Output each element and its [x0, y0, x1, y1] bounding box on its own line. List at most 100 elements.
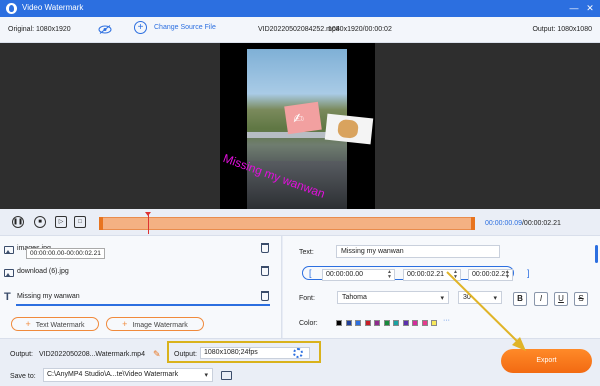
start-time: 00:00:00.00	[326, 271, 363, 278]
watermark-name: Missing my wanwan	[17, 293, 80, 300]
more-colors-button[interactable]: ···	[443, 317, 450, 324]
color-swatch[interactable]	[412, 320, 418, 326]
end-time-input[interactable]: 00:00:02.21 ▲ ▼	[403, 269, 461, 281]
play-bracket-icon: ▷	[58, 219, 64, 225]
output-label: Output:	[10, 351, 33, 358]
strikethrough-button[interactable]: S	[574, 292, 588, 306]
color-swatch[interactable]	[431, 320, 437, 326]
duration: 00:00:02.21	[472, 271, 509, 278]
scrollbar[interactable]	[595, 245, 598, 263]
spinner-icon[interactable]: ▲ ▼	[505, 270, 511, 280]
trim-start-handle[interactable]	[99, 217, 103, 230]
add-text-label: Text Watermark	[35, 322, 85, 329]
plus-circle-icon: +	[134, 21, 147, 34]
time-display: 00:00:00.09/00:00:02.21	[485, 220, 561, 227]
original-resolution: Original: 1080x1920	[8, 26, 71, 33]
watermark-name: download (6).jpg	[17, 268, 69, 275]
color-swatch[interactable]	[393, 320, 399, 326]
folder-icon[interactable]	[221, 371, 232, 380]
pause-button[interactable]: ❚❚	[12, 216, 24, 228]
stop-button[interactable]: ■	[34, 216, 46, 228]
add-image-label: Image Watermark	[132, 322, 188, 329]
timeline-track[interactable]	[99, 217, 475, 230]
color-swatch[interactable]	[336, 320, 342, 326]
chevron-down-icon: ▾	[493, 295, 497, 302]
save-path-select[interactable]: C:\AnyMP4 Studio\A...te\Video Watermark ▾	[43, 368, 213, 382]
eye-slash-icon[interactable]	[98, 25, 112, 34]
loop-icon: □	[78, 219, 82, 225]
save-to-label: Save to:	[10, 373, 36, 380]
chevron-down-icon: ▾	[440, 295, 444, 302]
duration-input[interactable]: 00:00:02.21 ▲ ▼	[468, 269, 513, 281]
file-info: 1080x1920/00:00:02	[328, 26, 392, 33]
app-logo-icon	[6, 3, 17, 14]
color-label: Color:	[299, 320, 318, 327]
duration-range: [ 00:00:00.00 ▲ ▼ 00:00:02.21 ▲ ▼ 00:00:02.2…	[302, 266, 530, 281]
save-path: C:\AnyMP4 Studio\A...te\Video Watermark	[47, 371, 179, 378]
font-size-select[interactable]: 30 ▾	[458, 291, 502, 304]
list-item-text[interactable]: T Missing my wanwan	[0, 288, 282, 308]
start-time-input[interactable]: 00:00:00.00 ▲ ▼	[322, 269, 395, 281]
image-icon	[4, 269, 14, 277]
color-swatch[interactable]	[383, 320, 390, 326]
change-source-label: Change Source File	[154, 24, 216, 31]
end-time: 00:00:02.21	[407, 271, 444, 278]
font-select[interactable]: Tahoma ▾	[337, 291, 449, 304]
watermark-editor: Text: Missing my wanwan [ 00:00:00.00 ▲ ▼ …	[283, 236, 600, 338]
title-bar: Video Watermark — ✕	[0, 0, 600, 17]
bracket-end-icon: ]	[527, 268, 530, 278]
color-swatch[interactable]	[374, 320, 380, 326]
loop-button[interactable]: □	[74, 216, 86, 228]
stop-icon: ■	[38, 219, 42, 225]
image-watermark-sticker[interactable]: ✍	[284, 101, 322, 135]
color-swatch[interactable]	[364, 320, 371, 326]
minimize-button[interactable]: —	[567, 1, 581, 15]
color-swatch[interactable]	[355, 320, 361, 326]
text-icon: T	[4, 291, 11, 303]
image-watermark-photo[interactable]	[324, 113, 374, 145]
output-resolution: Output: 1080x1080	[532, 26, 592, 33]
color-swatch[interactable]	[421, 320, 428, 326]
font-size-value: 30	[463, 294, 471, 301]
color-swatch[interactable]	[345, 320, 352, 326]
pause-icon: ❚❚	[13, 219, 24, 225]
font-value: Tahoma	[342, 294, 367, 301]
selection-underline	[16, 304, 270, 306]
duration-tooltip: 00:00:00.00-00:00:02.21	[26, 248, 105, 259]
close-button[interactable]: ✕	[583, 1, 597, 15]
chevron-down-icon: ▾	[204, 372, 208, 379]
italic-button[interactable]: I	[534, 292, 548, 306]
watermark-text-input[interactable]: Missing my wanwan	[336, 245, 500, 258]
text-label: Text:	[299, 249, 314, 256]
underline-button[interactable]: U	[554, 292, 568, 306]
font-label: Font:	[299, 295, 315, 302]
add-image-watermark-button[interactable]: + Image Watermark	[106, 317, 204, 331]
play-segment-button[interactable]: ▷	[55, 216, 67, 228]
sticker-drawing-icon: ✍	[291, 109, 305, 127]
add-text-watermark-button[interactable]: + Text Watermark	[11, 317, 99, 331]
trash-icon[interactable]	[261, 291, 269, 301]
spinner-icon[interactable]: ▲ ▼	[453, 270, 459, 280]
export-button[interactable]: Export	[501, 349, 592, 373]
trash-icon[interactable]	[261, 243, 269, 253]
color-swatch[interactable]	[402, 320, 409, 326]
gear-icon[interactable]	[293, 348, 303, 358]
list-item-download[interactable]: download (6).jpg	[0, 263, 282, 283]
output-settings-label: Output:	[174, 351, 197, 358]
current-time: 00:00:00.09	[485, 220, 522, 227]
pencil-icon[interactable]: ✎	[153, 349, 161, 360]
image-icon	[4, 246, 14, 254]
bold-button[interactable]: B	[513, 292, 527, 306]
trash-icon[interactable]	[261, 266, 269, 276]
bracket-start-icon: [	[309, 268, 312, 278]
trim-end-handle[interactable]	[471, 217, 475, 230]
spinner-icon[interactable]: ▲ ▼	[387, 270, 393, 280]
playhead[interactable]	[145, 212, 151, 234]
window-title: Video Watermark	[22, 3, 84, 12]
timeline-bar: ❚❚ ■ ▷ □ 00:00:00.09/00:00:02.21	[0, 209, 600, 236]
plus-icon: +	[25, 319, 31, 329]
output-file-name: VID2022050208...Watermark.mp4	[39, 351, 145, 358]
change-source-button[interactable]: + Change Source File	[134, 21, 216, 34]
bottom-bar: Output: VID2022050208...Watermark.mp4 ✎ …	[0, 338, 600, 386]
cat-image	[337, 118, 359, 139]
